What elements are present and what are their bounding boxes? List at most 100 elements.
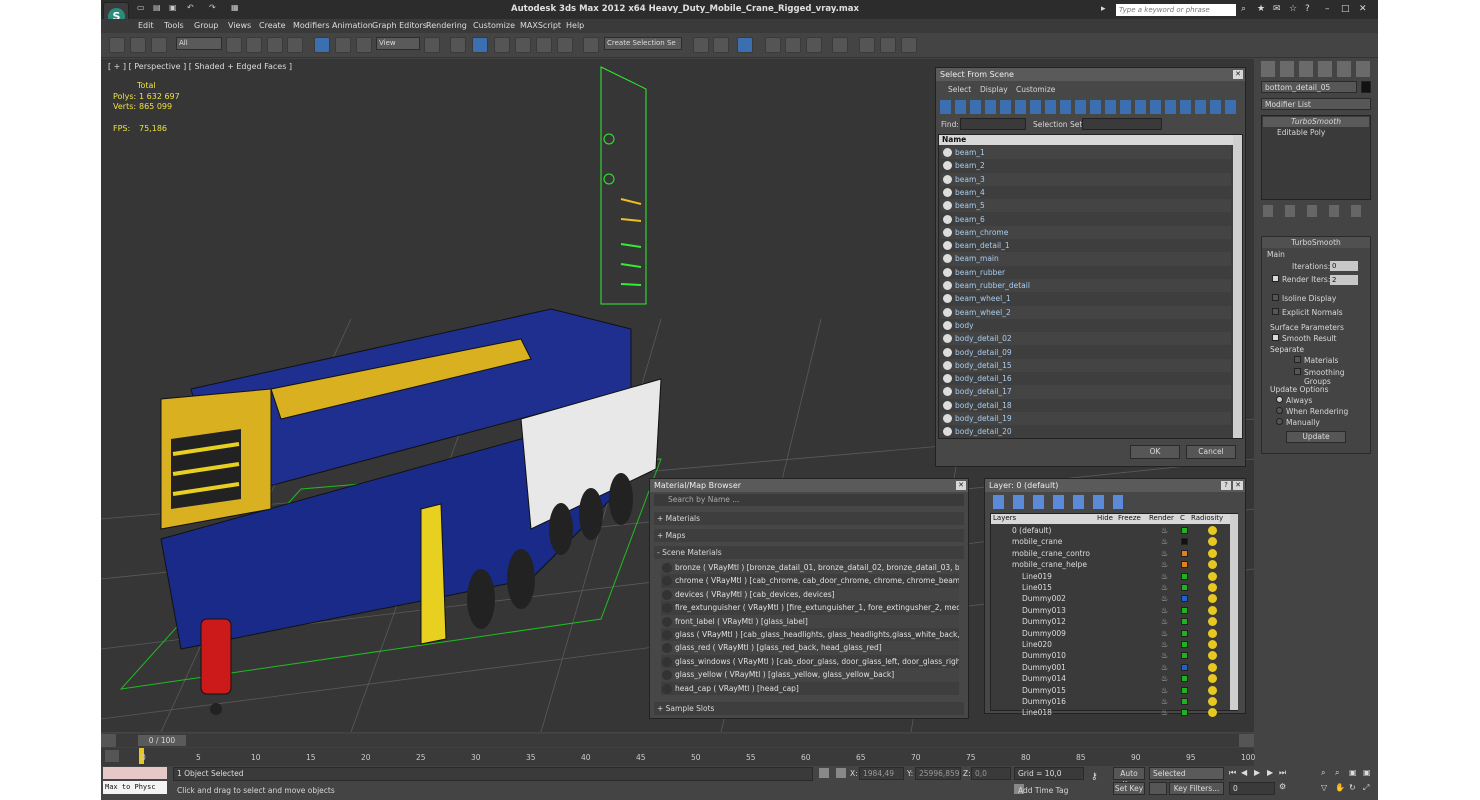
layer-row[interactable]: Dummy001 ♨ xyxy=(996,662,1230,673)
radiosity-icon[interactable] xyxy=(1208,651,1217,661)
material-row[interactable]: glass_red ( VRayMtl ) [glass_red_back, h… xyxy=(661,641,959,655)
material-row[interactable]: glass_yellow ( VRayMtl ) [glass_yellow, … xyxy=(661,668,959,682)
y-coordinate-field[interactable]: 25996,859 xyxy=(915,767,961,780)
layer-row[interactable]: Dummy014 ♨ xyxy=(996,673,1230,684)
stack-turbosmooth[interactable]: TurboSmooth xyxy=(1263,117,1369,127)
scene-object-row[interactable]: beam_2 xyxy=(941,159,1231,173)
layer-toolbar-icons[interactable] xyxy=(993,495,1123,509)
communication-icon[interactable]: ✉ xyxy=(1273,4,1285,16)
scene-object-row[interactable]: beam_6 xyxy=(941,212,1231,226)
key-icon[interactable]: ⚷ xyxy=(1091,772,1105,782)
key-filters-button[interactable]: Key Filters... xyxy=(1169,782,1224,795)
favorites-icon[interactable]: ☆ xyxy=(1289,4,1301,16)
render-teapot-icon[interactable]: ♨ xyxy=(1161,525,1168,536)
snaps-toggle-icon[interactable] xyxy=(494,37,510,53)
radiosity-icon[interactable] xyxy=(1208,685,1217,695)
scene-object-row[interactable]: beam_main xyxy=(941,252,1231,266)
render-teapot-icon[interactable]: ♨ xyxy=(1161,548,1168,559)
close-icon[interactable]: ✕ xyxy=(1359,4,1371,16)
scene-object-row[interactable]: beam_1 xyxy=(941,146,1231,160)
radiosity-icon[interactable] xyxy=(1208,583,1217,592)
search-input[interactable]: Type a keyword or phrase xyxy=(1116,4,1236,16)
sfs-menu-display[interactable]: Display xyxy=(980,85,1008,94)
scene-object-row[interactable]: body_detail_15 xyxy=(941,358,1231,372)
menu-customize[interactable]: Customize xyxy=(473,21,515,30)
layer-color-swatch[interactable] xyxy=(1181,629,1188,637)
select-and-move-icon[interactable] xyxy=(314,37,330,53)
select-by-name-icon[interactable] xyxy=(246,37,262,53)
time-slider-thumb[interactable]: 0 / 100 xyxy=(138,735,186,746)
layer-row[interactable]: Dummy002 ♨ xyxy=(996,593,1230,604)
layer-row[interactable]: Dummy010 ♨ xyxy=(996,650,1230,661)
radiosity-icon[interactable] xyxy=(1208,617,1217,627)
render-teapot-icon[interactable]: ♨ xyxy=(1161,650,1168,661)
select-and-scale-icon[interactable] xyxy=(356,37,372,53)
scene-object-row[interactable]: body_detail_16 xyxy=(941,372,1231,386)
material-browser-title[interactable]: Material/Map Browser xyxy=(650,479,968,492)
layer-row[interactable]: Dummy013 ♨ xyxy=(996,605,1230,616)
mini-curve-editor-icon[interactable] xyxy=(105,750,119,762)
stack-tools-icons[interactable] xyxy=(1263,205,1371,217)
layer-manager-title[interactable]: Layer: 0 (default) xyxy=(985,479,1245,492)
isoline-checkbox[interactable] xyxy=(1272,294,1279,301)
render-teapot-icon[interactable]: ♨ xyxy=(1161,639,1168,650)
layer-row[interactable]: Line020 ♨ xyxy=(996,639,1230,650)
maximize-icon[interactable]: □ xyxy=(1341,4,1353,16)
maximize-viewport-icon[interactable]: ⤢ xyxy=(1363,783,1373,793)
render-teapot-icon[interactable]: ♨ xyxy=(1161,536,1168,547)
close-icon[interactable]: ✕ xyxy=(1233,481,1243,490)
explicit-normals-checkbox[interactable] xyxy=(1272,308,1279,315)
material-search-input[interactable]: Search by Name ... xyxy=(654,494,964,506)
layer-row[interactable]: 0 (default) ♨ xyxy=(996,525,1230,536)
next-frame-icon[interactable]: ▶ xyxy=(1267,768,1277,778)
menu-views[interactable]: Views xyxy=(228,21,251,30)
layer-color-swatch[interactable] xyxy=(1181,675,1188,683)
material-row[interactable]: glass_windows ( VRayMtl ) [cab_door_glas… xyxy=(661,654,959,669)
scene-object-row[interactable]: beam_3 xyxy=(941,172,1231,186)
project-folder-icon[interactable]: ▦ xyxy=(231,3,241,13)
layer-color-swatch[interactable] xyxy=(1181,572,1188,580)
layer-row[interactable]: mobile_crane ♨ xyxy=(996,536,1230,547)
layer-color-swatch[interactable] xyxy=(1181,652,1188,660)
pan-icon[interactable]: ✋ xyxy=(1335,783,1345,793)
save-file-icon[interactable]: ▣ xyxy=(169,3,179,13)
layer-color-swatch[interactable] xyxy=(1181,561,1188,569)
radiosity-icon[interactable] xyxy=(1208,560,1217,570)
schematic-view-icon[interactable] xyxy=(806,37,822,53)
scene-object-row[interactable]: body_detail_09 xyxy=(941,345,1231,359)
rectangular-selection-icon[interactable] xyxy=(267,37,283,53)
help-icon[interactable]: ? xyxy=(1221,481,1231,490)
menu-animation[interactable]: Animation xyxy=(332,21,373,30)
material-row[interactable]: devices ( VRayMtl ) [cab_devices, device… xyxy=(661,587,959,602)
selection-set-dropdown[interactable] xyxy=(1082,118,1162,130)
previous-frame-icon[interactable]: ◀ xyxy=(1241,768,1251,778)
radiosity-icon[interactable] xyxy=(1208,640,1217,649)
unlink-icon[interactable] xyxy=(130,37,146,53)
radiosity-icon[interactable] xyxy=(1208,594,1217,604)
z-coordinate-field[interactable]: 0,0 xyxy=(971,767,1011,780)
layer-color-swatch[interactable] xyxy=(1181,663,1188,671)
time-config-icon[interactable]: ⚙ xyxy=(1279,782,1289,792)
update-button[interactable]: Update xyxy=(1286,431,1346,443)
time-slider[interactable]: 0 / 100 xyxy=(101,733,1254,748)
layer-color-swatch[interactable] xyxy=(1181,606,1188,614)
window-crossing-icon[interactable] xyxy=(287,37,303,53)
material-editor-icon[interactable] xyxy=(832,37,848,53)
play-icon[interactable]: ▶ xyxy=(1254,768,1264,778)
field-of-view-icon[interactable]: ▽ xyxy=(1321,783,1331,793)
redo-icon[interactable]: ↷ xyxy=(209,3,219,13)
scene-object-row[interactable]: body xyxy=(941,318,1231,333)
viewport-label[interactable]: [ + ] [ Perspective ] [ Shaded + Edged F… xyxy=(108,62,292,71)
render-iters-checkbox[interactable] xyxy=(1272,275,1279,282)
close-icon[interactable]: ✕ xyxy=(956,481,966,490)
menu-rendering[interactable]: Rendering xyxy=(426,21,467,30)
undo-icon[interactable]: ↶ xyxy=(187,3,197,13)
radiosity-icon[interactable] xyxy=(1208,571,1217,581)
scene-object-row[interactable]: beam_rubber_detail xyxy=(941,279,1231,293)
menu-group[interactable]: Group xyxy=(194,21,218,30)
goto-start-icon[interactable]: ⏮ xyxy=(1229,768,1239,778)
render-teapot-icon[interactable]: ♨ xyxy=(1161,582,1168,593)
named-selection-dropdown[interactable]: Create Selection Se xyxy=(604,37,682,50)
search-icon[interactable]: ⌕ xyxy=(1241,4,1253,16)
col-hide[interactable]: Hide xyxy=(1097,514,1113,522)
